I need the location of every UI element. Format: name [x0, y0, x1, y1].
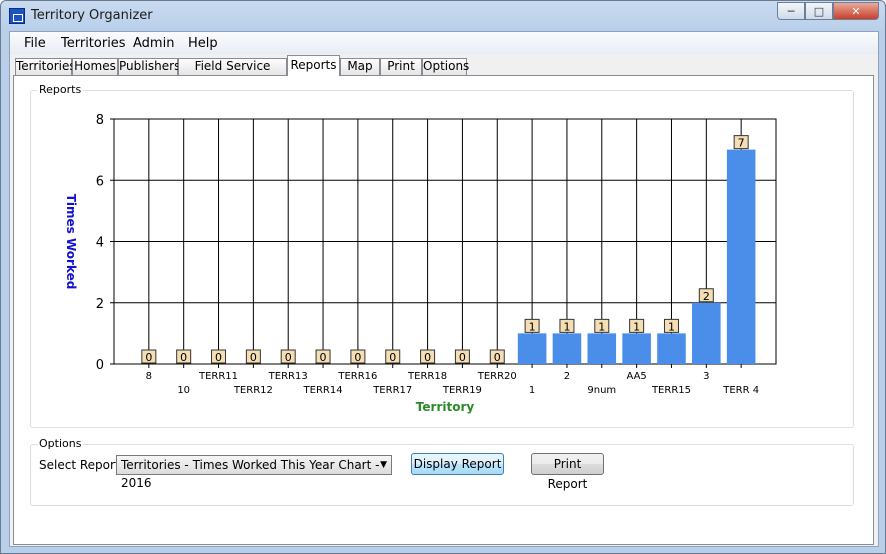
tab-map[interactable]: Map	[340, 58, 380, 75]
tab-reports[interactable]: Reports	[287, 55, 340, 76]
menu-bar: File Territories Admin Help	[10, 32, 878, 54]
tab-homes[interactable]: Homes	[72, 58, 118, 75]
tab-territories[interactable]: Territories	[15, 58, 76, 75]
select-report-dropdown[interactable]: Territories - Times Worked This Year Cha…	[116, 455, 392, 490]
options-group-title: Options	[37, 437, 84, 450]
app-icon	[9, 8, 25, 24]
display-report-button[interactable]: Display Report	[411, 453, 504, 475]
menu-territories[interactable]: Territories	[61, 36, 126, 51]
menu-file[interactable]: File	[24, 36, 46, 51]
title-bar[interactable]: Territory Organizer ─ □ ✕	[1, 1, 885, 31]
select-report-label: Select Report:	[39, 458, 124, 472]
window-title: Territory Organizer	[31, 8, 153, 23]
tab-strip: Territories Homes Publishers Field Servi…	[10, 55, 878, 88]
menu-admin[interactable]: Admin	[133, 36, 174, 51]
menu-help[interactable]: Help	[188, 36, 218, 51]
minimize-button[interactable]: ─	[777, 2, 805, 20]
tab-print[interactable]: Print	[380, 58, 422, 75]
reports-group: Reports	[30, 83, 854, 428]
reports-group-title: Reports	[37, 83, 84, 96]
maximize-button[interactable]: □	[805, 2, 833, 20]
tab-field-service-groups[interactable]: Field Service Groups	[178, 58, 287, 88]
print-report-button[interactable]: Print Report	[531, 453, 604, 491]
tab-options[interactable]: Options	[422, 58, 469, 75]
close-button[interactable]: ✕	[833, 2, 879, 20]
tab-publishers[interactable]: Publishers	[118, 58, 180, 75]
dropdown-arrow-icon: ▼	[380, 460, 387, 470]
